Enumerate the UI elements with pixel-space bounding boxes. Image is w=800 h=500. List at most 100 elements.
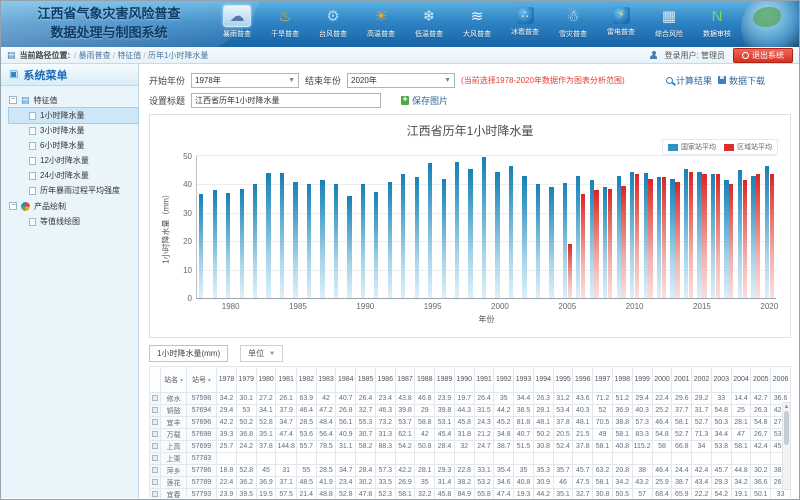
nav-item-label: 暴雨普查: [213, 29, 261, 39]
row-expand-icon[interactable]: [150, 393, 161, 405]
nav-cold[interactable]: ❄低温普查: [405, 5, 453, 39]
bar-national: [522, 176, 526, 298]
value-cell: 40.3: [632, 405, 652, 417]
row-expand-icon[interactable]: [150, 453, 161, 465]
value-cell: 50.5: [612, 489, 632, 499]
row-expand-icon[interactable]: [150, 477, 161, 489]
bar-national: [630, 172, 634, 298]
value-cell: 28.4: [356, 465, 376, 477]
calc-result-button[interactable]: 计算结果: [666, 74, 712, 87]
tree-item-label: 历年暴雨过程平均强度: [40, 185, 120, 196]
value-cell: 38: [632, 465, 652, 477]
value-cell: 22.2: [692, 489, 712, 499]
value-cell: 35.3: [533, 465, 553, 477]
nav-drought[interactable]: ♨干旱普查: [261, 5, 309, 39]
value-cell: 57: [632, 489, 652, 499]
value-cell: 53.1: [435, 417, 455, 429]
row-expand-icon[interactable]: [150, 405, 161, 417]
nav-item-label: 大风普查: [453, 29, 501, 39]
value-cell: 32: [454, 441, 474, 453]
subbar-right: 登录用户: 管理员 退出系统: [650, 48, 793, 63]
table-tab-precip-1h[interactable]: 1小时降水量(mm): [149, 345, 228, 362]
value-cell: 27.2: [256, 393, 276, 405]
value-cell: 58.8: [415, 417, 435, 429]
nav-heat[interactable]: ☀高温普查: [357, 5, 405, 39]
value-cell: 38.7: [672, 477, 692, 489]
value-cell: 22.8: [454, 465, 474, 477]
station-name-cell: 上栗: [161, 453, 186, 465]
bar-national: [347, 196, 351, 298]
tree-node-1[interactable]: −产品绘制: [9, 198, 138, 214]
value-cell: 18.8: [217, 465, 237, 477]
tree-item-6小时降水量[interactable]: 6小时降水量: [9, 138, 138, 153]
nav-calculator[interactable]: ▦综合风险: [645, 5, 693, 39]
value-cell: 47.4: [494, 489, 514, 499]
logout-button[interactable]: 退出系统: [733, 48, 793, 63]
nav-item-label: 冰雹普查: [501, 27, 549, 37]
tree-expander-icon[interactable]: −: [9, 96, 17, 104]
unit-filter[interactable]: 单位 ▼: [240, 345, 283, 362]
start-year-select[interactable]: 1978年 ▼: [191, 73, 299, 88]
value-cell: 19.1: [731, 489, 751, 499]
end-year-select[interactable]: 2020年 ▼: [347, 73, 455, 88]
col-year: 1986: [375, 367, 395, 393]
station-name-cell: 铜鼓: [161, 405, 186, 417]
hail-icon: ∴: [517, 7, 534, 24]
chart-title-input[interactable]: [191, 93, 381, 108]
tree-item-1小时降水量[interactable]: 1小时降水量: [9, 108, 138, 123]
v-scroll-thumb[interactable]: [784, 411, 789, 445]
value-cell: 81.8: [514, 417, 534, 429]
bar-national: [266, 173, 270, 298]
tree-item-历年暴雨过程平均强度[interactable]: 历年暴雨过程平均强度: [9, 183, 138, 198]
value-cell: 37.9: [276, 405, 297, 417]
row-expand-icon[interactable]: [150, 441, 161, 453]
value-cell: 19.3: [514, 489, 534, 499]
chevron-down-icon: ▼: [288, 77, 295, 84]
value-cell: 36.8: [236, 429, 256, 441]
nav-lightning[interactable]: ⚡雷电普查: [597, 5, 645, 39]
legend-item[interactable]: 国家站平均: [668, 142, 716, 152]
save-image-button[interactable]: ✚ 保存图片: [401, 94, 448, 107]
nav-hail[interactable]: ∴ 冰雹普查: [501, 5, 549, 39]
legend-label: 国家站平均: [681, 142, 716, 152]
nav-audit[interactable]: N数据审核: [693, 5, 741, 39]
col-station-name[interactable]: 站名 ▾: [161, 367, 186, 393]
value-cell: 50.8: [415, 441, 435, 453]
legend-item[interactable]: 区域站平均: [724, 142, 772, 152]
tree-item-24小时降水量[interactable]: 24小时降水量: [9, 168, 138, 183]
row-expand-icon[interactable]: [150, 429, 161, 441]
row-expand-icon[interactable]: [150, 417, 161, 429]
breadcrumb-item[interactable]: 暴雨普查: [79, 51, 111, 60]
breadcrumb-item[interactable]: 历年1小时降水量: [148, 51, 208, 60]
tree-item-等值线绘图[interactable]: 等值线绘图: [9, 214, 138, 229]
y-tick-label: 40: [174, 180, 192, 189]
tree-item-3小时降水量[interactable]: 3小时降水量: [9, 123, 138, 138]
breadcrumb-item[interactable]: 特征值: [117, 51, 141, 60]
value-cell: [494, 453, 514, 465]
value-cell: [256, 453, 276, 465]
value-cell: 58.1: [593, 477, 613, 489]
table-vertical-scrollbar[interactable]: ▲: [782, 402, 791, 490]
nav-typhoon[interactable]: ⚙台风普查: [309, 5, 357, 39]
col-station-id[interactable]: 站号 ▾: [186, 367, 216, 393]
value-cell: 31.7: [692, 405, 712, 417]
y-tick-label: 10: [174, 266, 192, 275]
tree-item-12小时降水量[interactable]: 12小时降水量: [9, 153, 138, 168]
col-year: 1995: [553, 367, 573, 393]
nav-wind[interactable]: ≋大风普查: [453, 5, 501, 39]
nav-rainstorm[interactable]: ☁暴雨普查: [213, 5, 261, 39]
value-cell: 78.5: [316, 441, 336, 453]
value-cell: 31.1: [336, 441, 356, 453]
row-expand-icon[interactable]: [150, 465, 161, 477]
value-cell: 54.2: [395, 441, 415, 453]
bar-national: [495, 172, 499, 298]
value-cell: 35.1: [256, 429, 276, 441]
bar-national: [307, 184, 311, 298]
data-download-button[interactable]: 数据下载: [718, 74, 765, 87]
nav-snow[interactable]: ☃雪灾普查: [549, 5, 597, 39]
doc-icon: [29, 172, 36, 180]
tree-item-label: 12小时降水量: [40, 155, 89, 166]
row-expand-icon[interactable]: [150, 489, 161, 499]
tree-node-0[interactable]: −▤特征值: [9, 92, 138, 108]
tree-expander-icon[interactable]: −: [9, 202, 17, 210]
